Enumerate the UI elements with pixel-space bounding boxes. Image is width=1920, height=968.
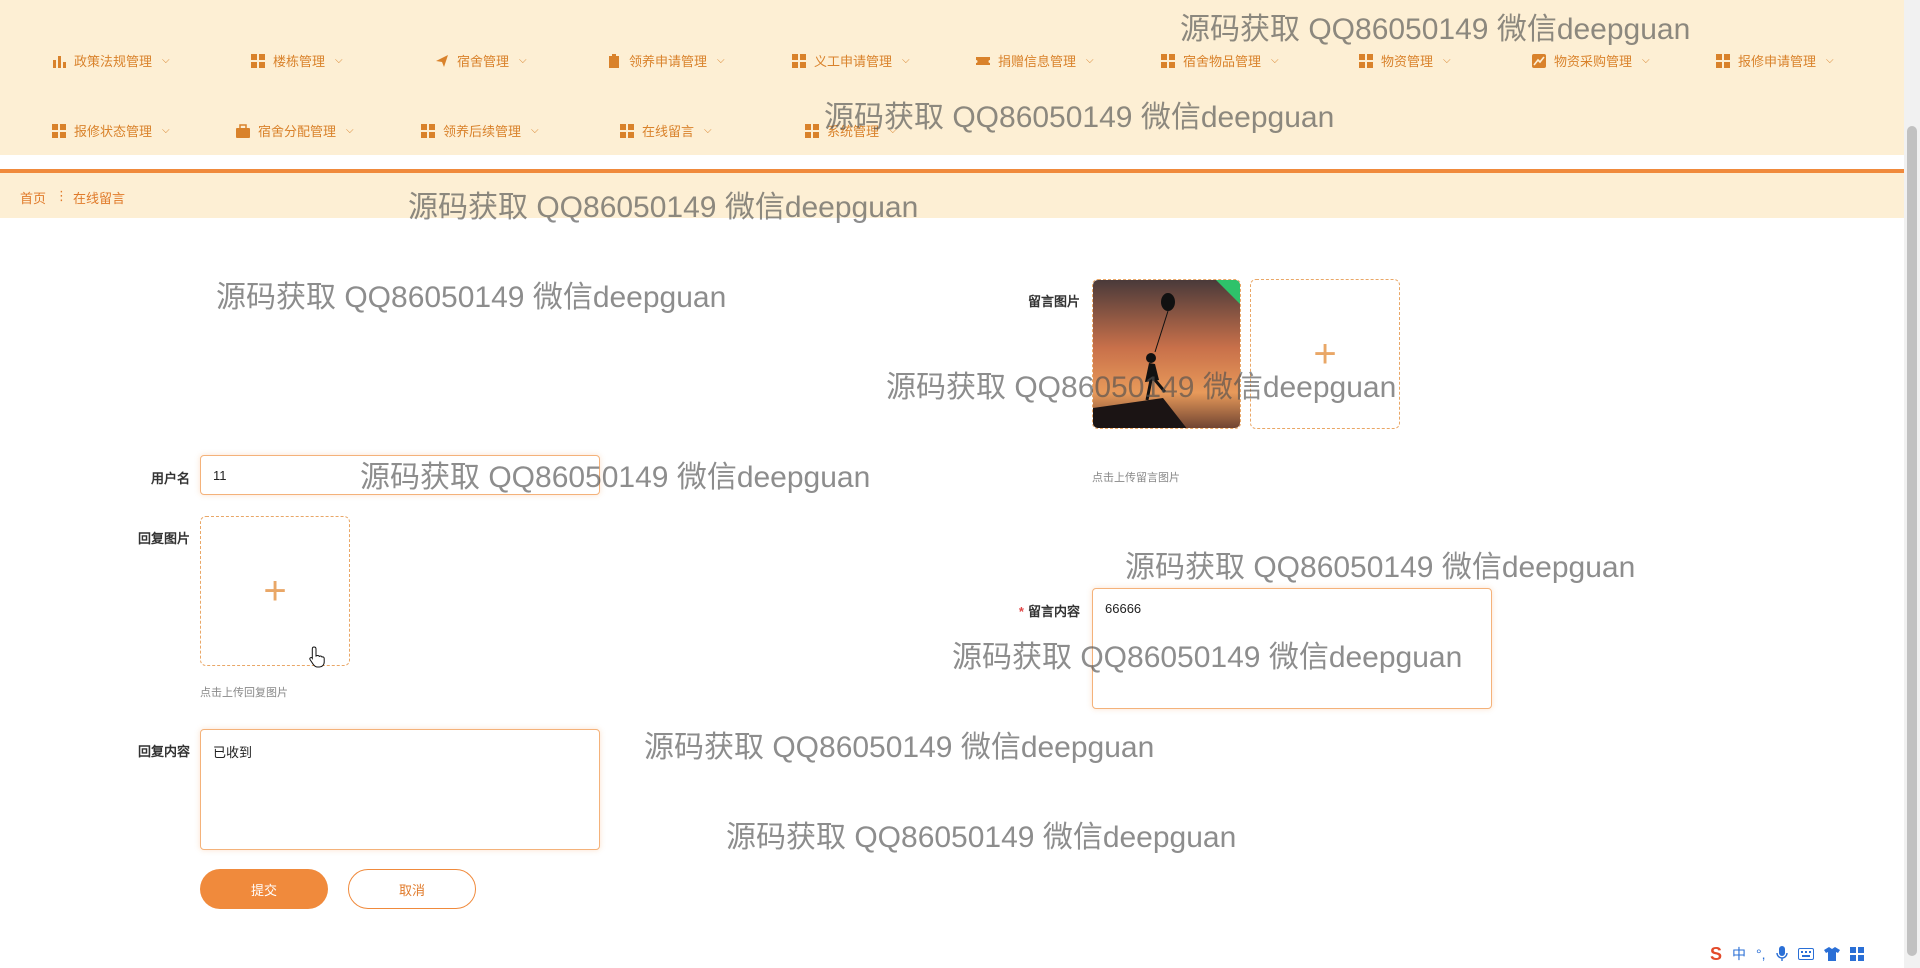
username-input[interactable]: 11 [200, 455, 600, 495]
grid-icon [52, 123, 66, 138]
chevron-down-icon: ⌵ [335, 55, 343, 66]
nav-repair-status[interactable]: 报修状态管理 ⌵ [52, 121, 170, 140]
nav-donation[interactable]: 捐赠信息管理 ⌵ [976, 51, 1094, 70]
breadcrumb-separator: ⋮ [55, 188, 68, 203]
ime-punctuation[interactable]: °, [1756, 946, 1766, 962]
silhouette-balloon-image [1093, 280, 1240, 428]
nav-adoption-followup[interactable]: 领养后续管理 ⌵ [421, 121, 539, 140]
mic-icon[interactable] [1775, 946, 1788, 962]
watermark: 源码获取 QQ86050149 微信deepguan [726, 821, 1237, 854]
scrollbar-thumb[interactable] [1907, 126, 1917, 956]
nav-messages[interactable]: 在线留言 ⌵ [620, 121, 712, 140]
submit-button[interactable]: 提交 [200, 869, 328, 909]
reply-image-label: 回复图片 [137, 531, 190, 546]
chevron-down-icon: ⌵ [162, 125, 170, 136]
grid-icon [421, 123, 435, 138]
plus-icon: + [1313, 332, 1337, 376]
grid-icon[interactable] [1849, 947, 1864, 961]
grid-icon [1161, 53, 1175, 68]
message-content-textarea[interactable]: 66666 [1092, 588, 1492, 709]
nav-policy[interactable]: 政策法规管理 ⌵ [52, 51, 170, 70]
chevron-down-icon: ⌵ [346, 125, 354, 136]
chevron-down-icon: ⌵ [902, 55, 910, 66]
message-image-thumbnail[interactable] [1092, 279, 1241, 429]
grid-icon [620, 123, 634, 138]
grid-icon [1359, 53, 1373, 68]
breadcrumb-current: 在线留言 [73, 191, 126, 206]
chevron-down-icon: ⌵ [519, 55, 527, 66]
reply-image-upload[interactable]: + [200, 516, 350, 666]
shirt-icon[interactable] [1823, 947, 1840, 961]
nav-dorm[interactable]: 宿舍管理 ⌵ [435, 51, 527, 70]
reply-image-hint: 点击上传回复图片 [200, 687, 288, 699]
nav-repair-apply[interactable]: 报修申请管理 ⌵ [1716, 51, 1834, 70]
reply-content-label: 回复内容 [137, 744, 190, 759]
grid-icon [805, 123, 819, 138]
keyboard-icon[interactable] [1797, 948, 1814, 960]
reply-content-textarea[interactable]: 已收到 [200, 729, 600, 850]
plus-icon: + [263, 569, 287, 613]
grid-icon [1716, 53, 1730, 68]
briefcase-icon [236, 123, 250, 138]
watermark: 源码获取 QQ86050149 微信deepguan [644, 731, 1155, 764]
chevron-down-icon: ⌵ [531, 125, 539, 136]
nav-building[interactable]: 楼栋管理 ⌵ [251, 51, 343, 70]
vertical-scrollbar[interactable] [1904, 0, 1920, 968]
cancel-button[interactable]: 取消 [348, 869, 476, 909]
grid-icon [792, 53, 806, 68]
breadcrumb [0, 173, 1904, 218]
sogou-logo-icon: S [1710, 943, 1723, 964]
chevron-down-icon: ⌵ [1642, 55, 1650, 66]
chevron-down-icon: ⌵ [889, 125, 897, 136]
ime-toolbar[interactable]: S 中 °, [1710, 942, 1864, 966]
ime-language[interactable]: 中 [1732, 944, 1746, 964]
message-image-upload[interactable]: + [1250, 279, 1400, 429]
nav-materials[interactable]: 物资管理 ⌵ [1359, 51, 1451, 70]
chevron-down-icon: ⌵ [717, 55, 725, 66]
nav-volunteer[interactable]: 义工申请管理 ⌵ [792, 51, 910, 70]
chevron-down-icon: ⌵ [1443, 55, 1451, 66]
paper-plane-icon [436, 54, 448, 67]
nav-dorm-assign[interactable]: 宿舍分配管理 ⌵ [236, 121, 354, 140]
chevron-down-icon: ⌵ [1086, 55, 1094, 66]
breadcrumb-home[interactable]: 首页 [20, 188, 46, 207]
nav-system[interactable]: 系统管理 ⌵ [805, 121, 897, 140]
nav-procurement[interactable]: 物资采购管理 ⌵ [1532, 51, 1650, 70]
clipboard-icon [609, 53, 619, 68]
chevron-down-icon: ⌵ [704, 125, 712, 136]
chevron-down-icon: ⌵ [1826, 55, 1834, 66]
hand-cursor-icon [309, 646, 325, 668]
nav-adoption-apply[interactable]: 领养申请管理 ⌵ [607, 51, 725, 70]
grid-icon [251, 53, 265, 68]
watermark: 源码获取 QQ86050149 微信deepguan [1125, 551, 1636, 584]
top-navigation: 政策法规管理 ⌵ 楼栋管理 ⌵ 宿舍管理 ⌵ 领养申请管理 ⌵ 义工申请管理 ⌵ 捐赠信息… [0, 0, 1904, 155]
nav-dorm-items[interactable]: 宿舍物品管理 ⌵ [1161, 51, 1279, 70]
line-chart-icon [1532, 53, 1546, 68]
required-asterisk: * [1018, 604, 1024, 619]
message-image-label: 留言图片 [1027, 294, 1080, 309]
message-image-hint: 点击上传留言图片 [1092, 472, 1180, 484]
watermark: 源码获取 QQ86050149 微信deepguan [216, 281, 727, 314]
bar-chart-icon [53, 55, 66, 68]
ticket-icon [976, 56, 990, 65]
username-label: 用户名 [150, 471, 190, 486]
chevron-down-icon: ⌵ [1271, 55, 1279, 66]
chevron-down-icon: ⌵ [162, 55, 170, 66]
message-content-label: * 留言内容 [1018, 604, 1080, 619]
